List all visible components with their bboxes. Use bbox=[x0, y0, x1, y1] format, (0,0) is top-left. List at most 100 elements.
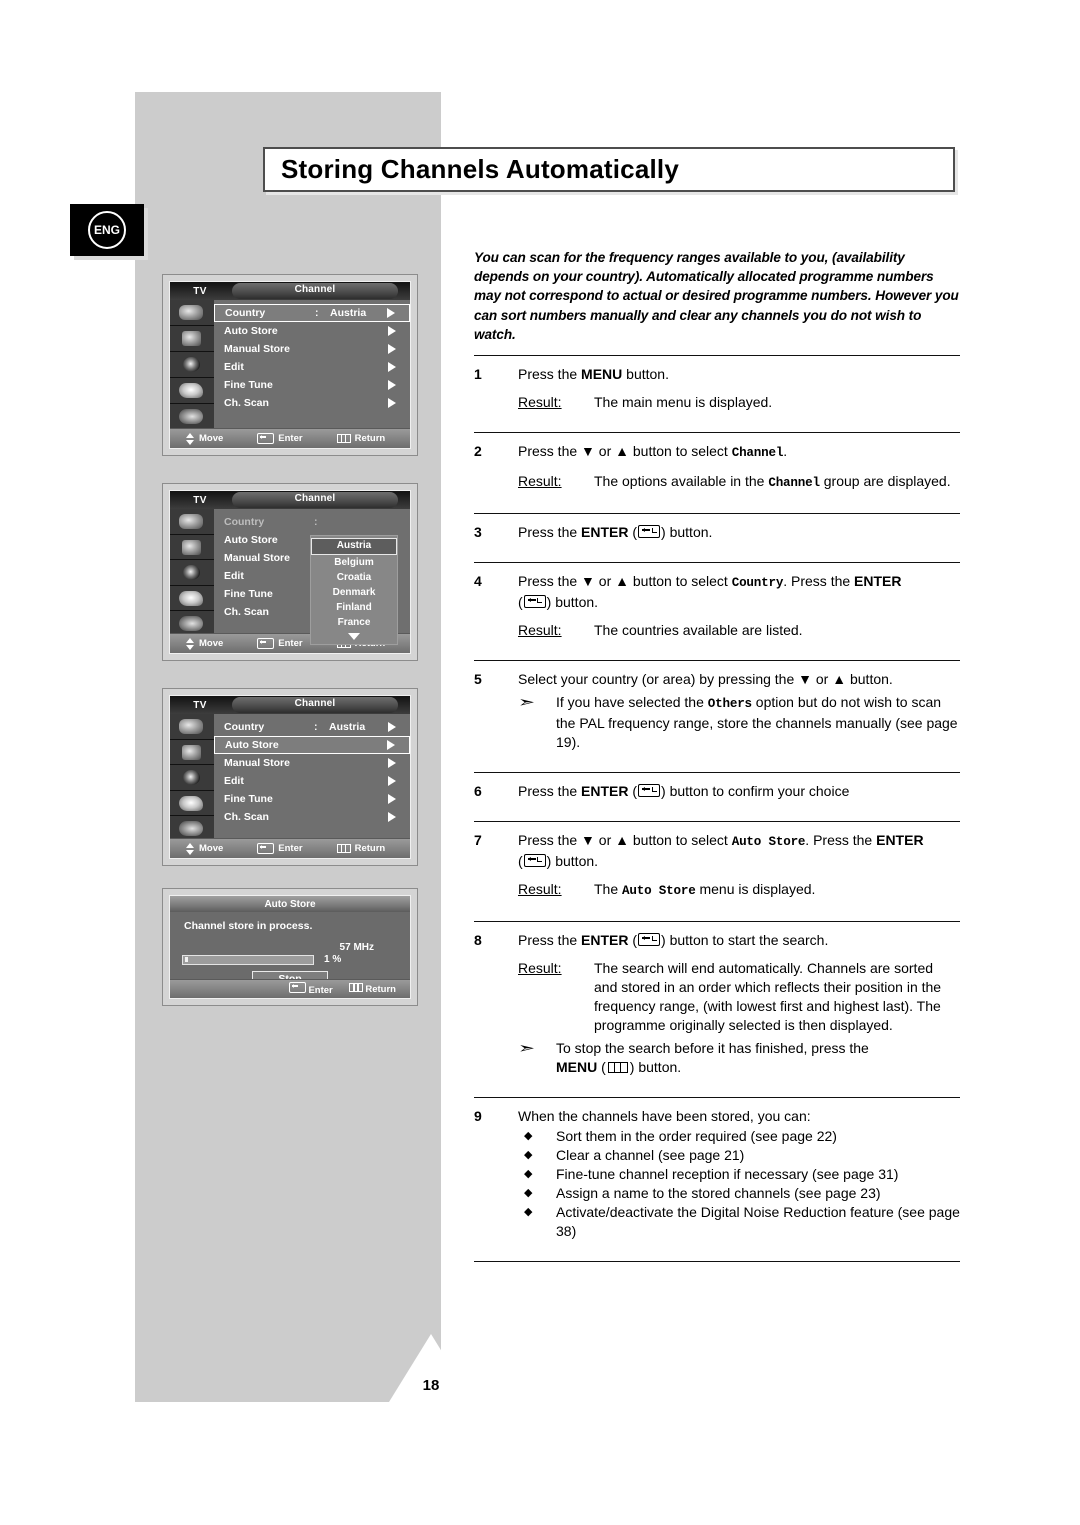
osd-screenshot-country-list: TV Channel Country : Auto Store Manual S… bbox=[162, 483, 418, 661]
osd3-row-ch-scan[interactable]: Ch. Scan bbox=[214, 808, 410, 826]
osd3-row-fine-tune-label: Fine Tune bbox=[224, 793, 273, 805]
step-2-or: or bbox=[594, 443, 616, 460]
picture-icon bbox=[170, 714, 214, 740]
chevron-right-icon bbox=[387, 740, 395, 750]
step-3-paren-close: ) button. bbox=[661, 524, 713, 541]
diamond-bullet-icon: ◆ bbox=[524, 1168, 533, 1181]
step-7-text-a: Press the bbox=[518, 832, 582, 849]
osd3-titlebar: TV Channel bbox=[170, 696, 410, 714]
osd1-row-manual-store[interactable]: Manual Store bbox=[214, 340, 410, 358]
osd3-row-country[interactable]: Country : Austria bbox=[214, 718, 410, 736]
osd1-footer-return: Return bbox=[336, 433, 386, 444]
osd3-footer-move-label: Move bbox=[199, 843, 224, 854]
osd1-footer-return-label: Return bbox=[354, 433, 386, 444]
osd2-row-ch-scan-label: Ch. Scan bbox=[224, 606, 269, 618]
osd1-row-fine-tune[interactable]: Fine Tune bbox=[214, 376, 410, 394]
osd3-tab-label: Channel bbox=[294, 698, 336, 709]
osd-screenshot-channel-menu: TV Channel Country : Austria Auto Store … bbox=[162, 274, 418, 456]
osd1-row-edit[interactable]: Edit bbox=[214, 358, 410, 376]
chevron-right-icon bbox=[388, 362, 396, 372]
step-3-paren-open: ( bbox=[632, 524, 638, 541]
country-option-austria[interactable]: Austria bbox=[311, 538, 397, 555]
step-8-note-paren-open: ( bbox=[601, 1059, 606, 1076]
up-arrow-icon: ▲ bbox=[615, 443, 629, 460]
page-title: Storing Channels Automatically bbox=[281, 154, 679, 184]
diamond-bullet-icon: ◆ bbox=[524, 1149, 533, 1162]
step-2-text-a: Press the bbox=[518, 443, 582, 460]
osd-screenshot-auto-store-selected: TV Channel Country : Austria Auto Store … bbox=[162, 688, 418, 866]
step-7-result-label: Result: bbox=[518, 881, 562, 898]
osd1-row-ch-scan[interactable]: Ch. Scan bbox=[214, 394, 410, 412]
step-4-result-label: Result: bbox=[518, 622, 562, 639]
down-arrow-icon: ▼ bbox=[798, 671, 812, 688]
list-item: ◆ Assign a name to the stored channels (… bbox=[518, 1184, 960, 1203]
osd2-row-country-colon: : bbox=[314, 516, 318, 528]
diamond-bullet-icon: ◆ bbox=[524, 1206, 533, 1219]
language-badge: ENG bbox=[70, 204, 144, 256]
osd1-row-country[interactable]: Country : Austria bbox=[214, 304, 410, 322]
step-7-text-b: button to select bbox=[628, 832, 732, 849]
step-8-paren-open: ( bbox=[632, 932, 638, 949]
step-2-text-c: . bbox=[783, 443, 788, 460]
menu-key-icon bbox=[348, 983, 363, 992]
step-4-number: 4 bbox=[474, 573, 482, 590]
scroll-down-icon[interactable] bbox=[311, 630, 397, 642]
osd1-row-auto-store[interactable]: Auto Store bbox=[214, 322, 410, 340]
osd1-tab-label: Channel bbox=[294, 284, 336, 295]
country-option-denmark[interactable]: Denmark bbox=[311, 585, 397, 600]
chevron-right-icon bbox=[387, 308, 395, 318]
enter-key-icon bbox=[288, 982, 306, 993]
intro-paragraph: You can scan for the frequency ranges av… bbox=[474, 250, 959, 342]
chevron-right-icon bbox=[388, 398, 396, 408]
step-7-paren-close: ) button. bbox=[546, 853, 599, 870]
step-4-text-a: Press the bbox=[518, 573, 582, 590]
step-7-result-target: Auto Store bbox=[622, 884, 696, 899]
step-4-result-text: The countries available are listed. bbox=[594, 622, 803, 639]
enter-button-name: ENTER bbox=[581, 783, 629, 800]
osd2-row-edit-label: Edit bbox=[224, 570, 244, 582]
step-8-text-a: Press the bbox=[518, 932, 582, 949]
step-7-text-c: . Press the bbox=[805, 832, 877, 849]
osd1-footer-move-label: Move bbox=[199, 433, 224, 444]
osd3-row-ch-scan-label: Ch. Scan bbox=[224, 811, 269, 823]
up-down-arrow-icon bbox=[186, 842, 195, 855]
step-7-result-b: menu is displayed. bbox=[695, 881, 816, 898]
enter-key-icon bbox=[638, 525, 661, 539]
list-item: ◆ Fine-tune channel reception if necessa… bbox=[518, 1165, 960, 1184]
osd1-icon-column bbox=[170, 300, 214, 432]
step-2-result-target: Channel bbox=[768, 476, 820, 491]
step-4-text-c: . Press the bbox=[783, 573, 855, 590]
osd3-row-country-label: Country bbox=[224, 721, 265, 733]
enter-button-name: ENTER bbox=[876, 832, 924, 849]
setup-icon bbox=[170, 790, 214, 817]
enter-key-icon bbox=[523, 854, 546, 868]
step-2-target: Channel bbox=[731, 446, 784, 461]
osd3-tv-label: TV bbox=[193, 699, 207, 711]
osd1-row-country-colon: : bbox=[315, 307, 319, 319]
step-7-or: or bbox=[594, 832, 616, 849]
enter-key-icon bbox=[257, 638, 275, 649]
osd2-row-country[interactable]: Country : bbox=[214, 513, 410, 531]
country-dropdown[interactable]: Austria Belgium Croatia Denmark Finland … bbox=[310, 535, 398, 645]
channel-icon bbox=[170, 352, 214, 378]
country-option-france[interactable]: France bbox=[311, 615, 397, 630]
osd4-footer-return: Return bbox=[348, 983, 396, 995]
setup-icon bbox=[170, 378, 214, 404]
step-6-text-a: Press the bbox=[518, 783, 582, 800]
country-option-finland[interactable]: Finland bbox=[311, 600, 397, 615]
down-arrow-icon: ▼ bbox=[581, 573, 595, 590]
osd1-row-country-value: Austria bbox=[330, 307, 367, 319]
country-option-croatia[interactable]: Croatia bbox=[311, 570, 397, 585]
country-option-belgium[interactable]: Belgium bbox=[311, 555, 397, 570]
step-9-bullet-2: Clear a channel (see page 21) bbox=[556, 1147, 745, 1164]
osd3-row-manual-store[interactable]: Manual Store bbox=[214, 754, 410, 772]
osd2-titlebar: TV Channel bbox=[170, 491, 410, 509]
osd2-icon-column bbox=[170, 509, 214, 637]
osd3-row-auto-store[interactable]: Auto Store bbox=[214, 736, 410, 754]
channel-icon bbox=[170, 560, 214, 586]
chevron-right-icon bbox=[388, 344, 396, 354]
osd4-footer-enter-label: Enter bbox=[308, 985, 333, 996]
osd3-row-fine-tune[interactable]: Fine Tune bbox=[214, 790, 410, 808]
osd3-row-edit[interactable]: Edit bbox=[214, 772, 410, 790]
step-8-note-paren-close: ) button. bbox=[629, 1059, 682, 1076]
